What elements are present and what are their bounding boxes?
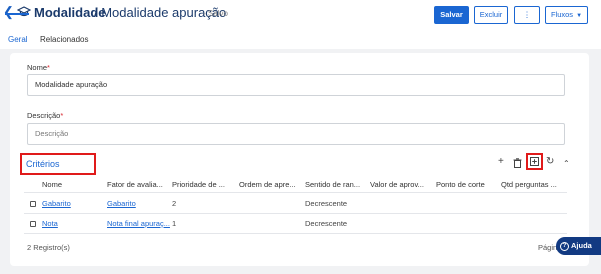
column-header-fator[interactable]: Fator de avalia...: [107, 180, 163, 190]
row-sentido: Decrescente: [305, 219, 348, 228]
help-button[interactable]: ? Ajuda: [556, 237, 601, 255]
more-options-button[interactable]: ⋮: [514, 6, 540, 24]
column-header-qtd[interactable]: Qtd perguntas ...: [501, 180, 557, 190]
column-header-ponto[interactable]: Ponto de corte: [436, 180, 485, 190]
column-header-ordem[interactable]: Ordem de apre...: [239, 180, 296, 190]
descricao-input[interactable]: Descrição: [27, 123, 565, 145]
chevron-down-icon: ▼: [576, 13, 583, 19]
header-divider: [24, 192, 567, 193]
column-header-prioridade[interactable]: Prioridade de ...: [172, 180, 225, 190]
top-bar: ❮ Modalidade / Modalidade apuração - Sal…: [0, 0, 601, 49]
trash-icon[interactable]: [513, 158, 522, 168]
graduation-cap-icon: [17, 6, 31, 17]
descricao-label: Descrição*: [27, 111, 64, 120]
row-fator-link[interactable]: Nota final apuraç...: [107, 219, 170, 229]
collapse-chevron-icon[interactable]: ⌃: [563, 158, 570, 170]
pagination-label: Págin: [538, 243, 558, 252]
column-header-nome[interactable]: Nome: [42, 180, 62, 190]
question-icon: ?: [560, 242, 569, 251]
add-icon[interactable]: +: [498, 156, 504, 168]
back-chevron-icon[interactable]: ❮: [3, 5, 15, 19]
highlight-criterios: [20, 153, 96, 175]
refresh-icon[interactable]: ↻: [546, 156, 554, 168]
row-divider: [24, 233, 567, 234]
active-tab-indicator: [5, 13, 29, 15]
row-prioridade: 1: [172, 219, 177, 228]
nome-input[interactable]: Modalidade apuração: [27, 74, 565, 96]
row-prioridade: 2: [172, 199, 177, 208]
help-label: Ajuda: [571, 241, 592, 250]
row-divider: [24, 213, 567, 214]
flows-dropdown-button[interactable]: Fluxos ▼: [545, 6, 588, 24]
row-fator-link[interactable]: Gabarito: [107, 199, 136, 209]
save-button[interactable]: Salvar: [434, 6, 469, 24]
save-status: - Salvo: [203, 9, 228, 18]
delete-button[interactable]: Excluir: [474, 6, 508, 24]
add-row-icon[interactable]: [530, 157, 539, 166]
tab-relacionados[interactable]: Relacionados: [40, 34, 88, 45]
row-nome-link[interactable]: Gabarito: [42, 199, 71, 209]
flows-label: Fluxos: [550, 10, 574, 19]
tab-geral[interactable]: Geral: [8, 34, 28, 45]
row-checkbox[interactable]: [30, 221, 36, 227]
column-header-valor[interactable]: Valor de aprov...: [370, 180, 424, 190]
column-header-sentido[interactable]: Sentido de ran...: [305, 180, 360, 190]
row-nome-link[interactable]: Nota: [42, 219, 58, 229]
record-count: 2 Registro(s): [27, 243, 70, 252]
nome-label: Nome*: [27, 63, 50, 72]
row-sentido: Decrescente: [305, 199, 348, 208]
row-checkbox[interactable]: [30, 201, 36, 207]
